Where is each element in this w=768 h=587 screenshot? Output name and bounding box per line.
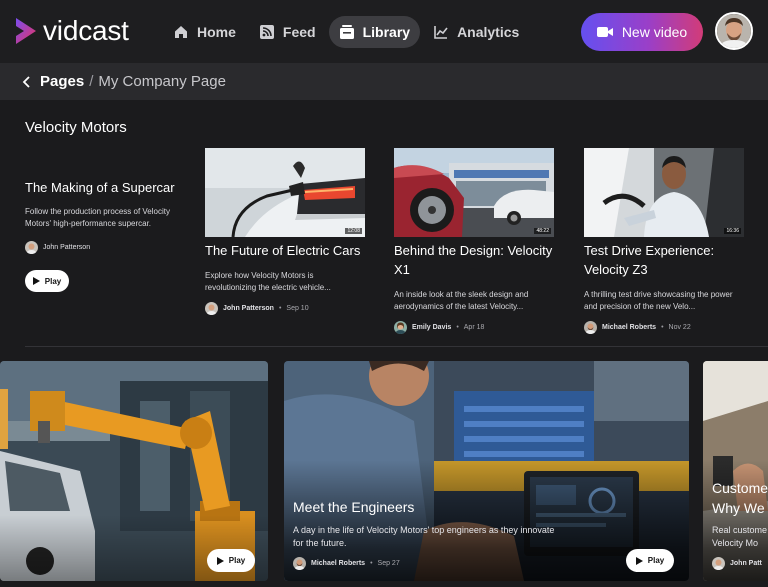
tile-gradient-overlay [0,361,268,581]
nav-analytics[interactable]: Analytics [423,16,529,48]
author-avatar [293,557,306,570]
home-icon [175,26,187,38]
author-name: Michael Roberts [311,560,366,567]
separator-dot: • [661,324,664,331]
video-author-row: Emily Davis • Apr 18 [394,321,554,334]
breadcrumb-pages-link[interactable]: Pages [40,73,84,90]
breadcrumb: Pages / My Company Page [0,63,768,100]
tile-description-line-1: Real custome [712,525,768,535]
section-divider [25,346,768,347]
main-nav: Home Feed Library Analytics [163,16,532,48]
vidcast-logo[interactable]: vidcast [14,16,129,46]
featured-play-button[interactable]: Play [25,270,69,292]
separator-dot: • [278,305,282,312]
car-showroom-image [394,148,554,237]
author-name: John Patterson [43,244,91,251]
new-video-label: New video [621,24,688,40]
play-label: Play [44,276,62,286]
play-label: Play [228,556,246,565]
featured-video: The Making of a Supercar Follow the prod… [25,180,190,292]
rss-icon [259,25,274,39]
video-date: Sep 10 [286,305,309,312]
video-tile[interactable]: Custome Why We Real custome Velocity Mo … [703,361,768,581]
featured-video-title[interactable]: The Making of a Supercar [25,180,190,195]
video-thumbnail[interactable]: 16:36 [584,148,744,237]
featured-video-description: Follow the production process of Velocit… [25,207,170,228]
video-thumbnail[interactable]: 48:22 [394,148,554,237]
author-name: John Patt [730,560,762,567]
video-description: A thrilling test drive showcasing the po… [584,290,733,311]
author-name: Emily Davis [412,324,452,331]
author-avatar [25,241,38,254]
author-avatar [712,557,725,570]
tile-title-line-1: Custome [712,480,768,496]
tile-title[interactable]: Meet the Engineers [293,499,414,515]
author-avatar [205,302,218,315]
section-title: Velocity Motors [25,119,127,136]
video-tile[interactable]: Meet the Engineers A day in the life of … [284,361,689,581]
separator-dot: • [370,560,373,567]
separator-dot: • [456,324,459,331]
video-card: 48:22 Behind the Design: Velocity X1 An … [394,148,554,334]
video-author-row: John Patterson • Sep 10 [205,302,365,315]
video-date: Sep 27 [377,560,400,567]
video-date: Nov 22 [668,324,691,331]
tile-play-button[interactable]: Play [207,549,255,572]
test-drive-image [584,148,744,237]
breadcrumb-current: My Company Page [98,73,226,90]
video-description: An inside look at the sleek design and a… [394,290,529,311]
tile-description: Real custome Velocity Mo [712,524,767,550]
play-icon [216,556,224,565]
author-avatar [584,321,597,334]
user-avatar[interactable] [715,12,753,50]
featured-video-author: John Patterson [25,241,190,254]
nav-home-label: Home [197,24,236,40]
chart-icon [434,26,448,39]
video-duration: 12:08 [345,228,362,234]
play-label: Play [647,556,665,565]
video-duration: 16:36 [724,228,741,234]
author-name: Michael Roberts [602,324,657,331]
electric-car-charging-image [205,148,365,237]
nav-analytics-label: Analytics [457,24,520,40]
video-title[interactable]: The Future of Electric Cars [205,241,365,260]
vidcast-logo-icon [16,18,36,44]
video-duration: 48:22 [534,228,551,234]
author-name: John Patterson [223,305,274,312]
nav-feed-label: Feed [282,24,316,40]
video-description: Explore how Velocity Motors is revolutio… [205,271,331,292]
nav-library-label: Library [362,24,411,40]
user-avatar-image [717,14,751,48]
nav-library[interactable]: Library [328,16,421,48]
breadcrumb-separator: / [89,73,94,90]
video-title[interactable]: Behind the Design: Velocity X1 [394,241,554,279]
nav-feed[interactable]: Feed [249,16,326,48]
video-author-row: Michael Roberts • Nov 22 [584,321,744,334]
tile-title-line-2: Why We [712,500,765,516]
author-avatar [394,321,407,334]
video-thumbnail[interactable]: 12:08 [205,148,365,237]
chevron-left-icon[interactable] [22,75,32,89]
nav-home[interactable]: Home [163,16,246,48]
video-title[interactable]: Test Drive Experience: Velocity Z3 [584,241,744,279]
tile-author-row: John Patt [712,557,762,570]
video-camera-icon [596,27,613,37]
tile-title[interactable]: Custome Why We [712,478,768,518]
video-card: 16:36 Test Drive Experience: Velocity Z3… [584,148,744,334]
play-icon [635,556,643,565]
tile-author-row: Michael Roberts • Sep 27 [293,557,400,570]
video-date: Apr 18 [463,324,485,331]
top-navigation-bar: vidcast Home Feed Library Analytics New … [0,0,768,63]
video-card: 12:08 The Future of Electric Cars Explor… [205,148,365,315]
play-icon [32,277,40,285]
new-video-button[interactable]: New video [581,13,703,51]
tile-description-line-2: Velocity Mo [712,538,759,548]
tile-description: A day in the life of Velocity Motors' to… [293,525,555,548]
video-tile[interactable]: Play [0,361,268,581]
library-icon [339,25,354,39]
tile-play-button[interactable]: Play [626,549,674,572]
app-name: vidcast [43,15,129,46]
